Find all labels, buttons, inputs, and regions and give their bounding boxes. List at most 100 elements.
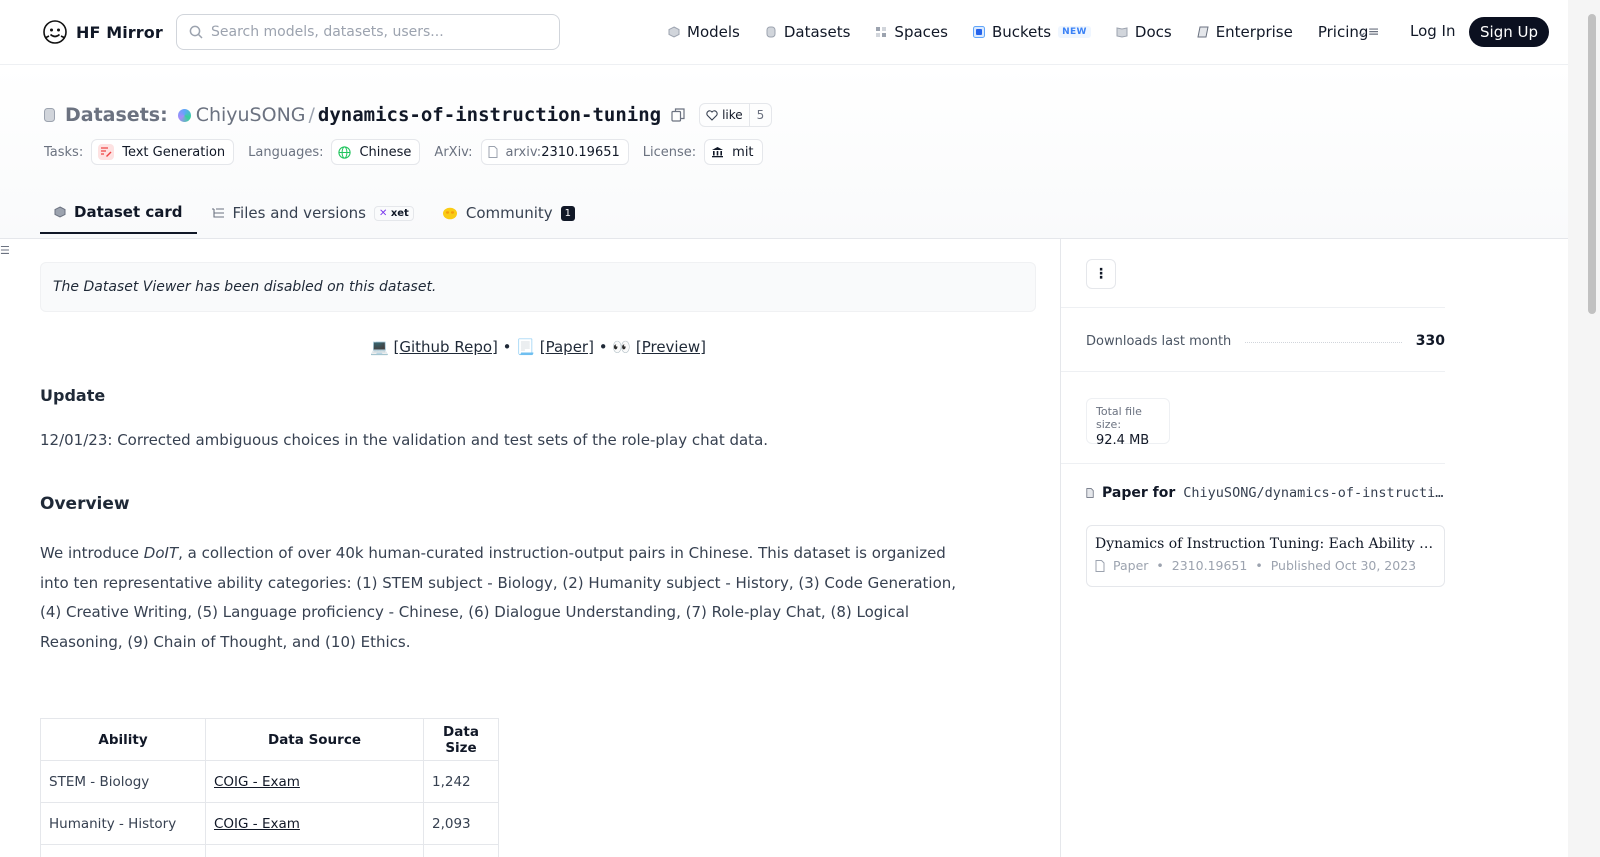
- arxiv-prefix: arxiv:: [505, 144, 542, 160]
- file-size-value: 92.4 MB: [1096, 433, 1150, 448]
- paper-link[interactable]: [Paper]: [540, 338, 594, 356]
- search-box[interactable]: [176, 14, 560, 50]
- paper-type: Paper: [1113, 558, 1149, 573]
- table-cell-size: [423, 844, 499, 857]
- column-header: Data Source: [205, 718, 424, 761]
- downloads-sparkline: [1245, 339, 1402, 343]
- tab-community-label: Community: [465, 204, 553, 222]
- paper-title: Dynamics of Instruction Tuning: Each Abi…: [1095, 536, 1436, 552]
- paper-card[interactable]: Dynamics of Instruction Tuning: Each Abi…: [1086, 525, 1445, 587]
- overview-text-post: , a collection of over 40k human-curated…: [40, 544, 957, 651]
- heart-icon: [706, 109, 718, 121]
- login-link[interactable]: Log In: [1410, 22, 1456, 40]
- copy-icon[interactable]: [671, 108, 685, 122]
- nav-spaces[interactable]: Spaces: [875, 23, 948, 41]
- globe-icon: [338, 145, 352, 159]
- nav-models-label: Models: [687, 23, 740, 41]
- update-text: 12/01/23: Corrected ambiguous choices in…: [40, 431, 769, 449]
- nav-docs[interactable]: Docs: [1116, 23, 1172, 41]
- new-badge: NEW: [1058, 26, 1091, 38]
- search-icon: [189, 25, 203, 39]
- nav-buckets-label: Buckets: [991, 23, 1052, 41]
- table-cell-ability: Humanity - History: [40, 802, 206, 845]
- github-repo-link[interactable]: [Github Repo]: [394, 338, 498, 356]
- tab-dataset-card-label: Dataset card: [74, 203, 183, 221]
- table-row: Humanity - History COIG - Exam 2,093: [40, 802, 499, 845]
- eyes-emoji-icon: 👀: [612, 338, 632, 356]
- nav-datasets-label: Datasets: [783, 23, 851, 41]
- repo-name[interactable]: dynamics-of-instruction-tuning: [318, 104, 661, 126]
- enterprise-icon: [1197, 26, 1209, 38]
- tab-files-label: Files and versions: [232, 204, 366, 222]
- data-source-link[interactable]: COIG - Exam: [214, 816, 300, 832]
- preview-link[interactable]: [Preview]: [636, 338, 706, 356]
- overview-text-pre: We introduce: [40, 544, 144, 562]
- nav-enterprise-label: Enterprise: [1215, 23, 1293, 41]
- file-size-label: Total file size:: [1096, 405, 1142, 431]
- tab-community[interactable]: Community 1: [428, 192, 589, 234]
- signup-button[interactable]: Sign Up: [1469, 17, 1549, 47]
- license-chip[interactable]: mit: [704, 139, 763, 165]
- more-options-button[interactable]: ⋮: [1086, 259, 1116, 289]
- data-source-link[interactable]: COIG - Exam: [214, 774, 300, 790]
- database-icon: [766, 26, 776, 38]
- more-menu-icon[interactable]: ⌄≡: [1356, 24, 1379, 40]
- repo-tabs: Dataset card Files and versions ✕ xet Co…: [40, 192, 589, 234]
- repo-header: Datasets: ChiyuSONG / dynamics-of-instru…: [0, 65, 1568, 239]
- divider: [1061, 463, 1445, 464]
- table-of-contents-icon[interactable]: ☰: [0, 244, 10, 257]
- paper-published-date: Published Oct 30, 2023: [1270, 558, 1417, 573]
- document-icon: [1095, 559, 1105, 572]
- languages-label: Languages:: [248, 144, 324, 160]
- like-count[interactable]: 5: [750, 108, 772, 122]
- table-cell-source: COIG - Exam: [205, 760, 424, 803]
- xet-badge: ✕ xet: [373, 205, 414, 221]
- repo-meta-row: Tasks: Text Generation Languages: Chines…: [44, 139, 777, 165]
- page-emoji-icon: 📃: [516, 338, 535, 356]
- paper-meta: Paper • 2310.19651 • Published Oct 30, 2…: [1095, 558, 1436, 573]
- tab-dataset-card[interactable]: Dataset card: [40, 192, 197, 234]
- table-cell-source: COIG - Exam: [205, 802, 424, 845]
- arxiv-chip[interactable]: arxiv:2310.19651: [480, 139, 629, 165]
- cube-icon: [668, 26, 680, 38]
- dataset-card-content: The Dataset Viewer has been disabled on …: [40, 262, 1036, 857]
- table-row: STEM - Biology COIG - Exam 1,242: [40, 760, 499, 803]
- dataset-icon: [44, 108, 55, 122]
- meta-dot: •: [1255, 558, 1263, 573]
- table-cell-ability: [40, 844, 206, 857]
- paper-for-repo: ChiyuSONG/dynamics-of-instruction-tuning: [1183, 485, 1445, 501]
- owner-link[interactable]: ChiyuSONG: [196, 104, 306, 126]
- nav-buckets[interactable]: Buckets NEW: [972, 23, 1091, 41]
- like-label: like: [722, 108, 743, 122]
- logo[interactable]: HF Mirror: [42, 19, 163, 45]
- tab-files-and-versions[interactable]: Files and versions ✕ xet: [197, 192, 428, 234]
- language-chip-label: Chinese: [359, 144, 412, 160]
- update-heading: Update: [40, 386, 106, 405]
- task-chip[interactable]: Text Generation: [91, 139, 235, 165]
- column-header: Data Size: [423, 718, 499, 761]
- community-count: 1: [560, 205, 576, 221]
- like-button[interactable]: like: [700, 104, 750, 126]
- document-icon: [488, 146, 498, 158]
- nav-enterprise[interactable]: Enterprise: [1197, 23, 1293, 41]
- book-icon: [1116, 27, 1128, 38]
- bucket-icon: [972, 26, 985, 38]
- overview-heading: Overview: [40, 494, 130, 514]
- nav-models[interactable]: Models: [668, 23, 740, 41]
- divider: [1061, 371, 1445, 372]
- license-label: License:: [642, 144, 697, 160]
- table-row: [40, 844, 499, 857]
- table-cell-source: [205, 844, 424, 857]
- paper-for-label: Paper for: [1102, 485, 1176, 501]
- language-chip[interactable]: Chinese: [331, 139, 421, 165]
- search-input[interactable]: [211, 24, 531, 40]
- owner-avatar[interactable]: [177, 108, 191, 122]
- like-widget: like 5: [699, 103, 773, 127]
- page-scrollbar-thumb[interactable]: [1588, 14, 1596, 314]
- document-icon: [1086, 488, 1094, 498]
- task-chip-label: Text Generation: [122, 144, 226, 160]
- nav-datasets[interactable]: Datasets: [765, 23, 851, 41]
- repo-title-row: Datasets: ChiyuSONG / dynamics-of-instru…: [44, 101, 773, 129]
- right-sidebar: ⋮ Downloads last month 330 Total file si…: [1060, 239, 1568, 857]
- laptop-emoji-icon: 💻: [370, 338, 389, 356]
